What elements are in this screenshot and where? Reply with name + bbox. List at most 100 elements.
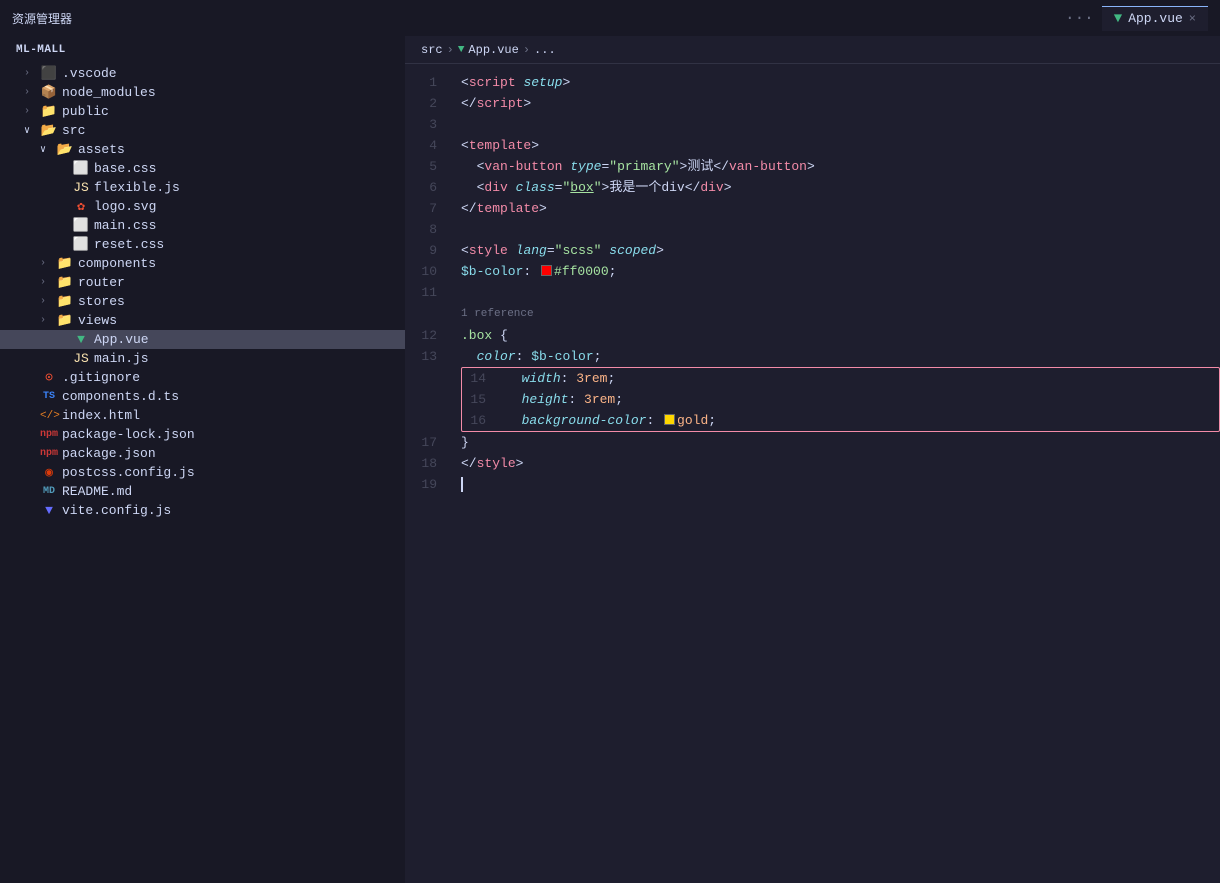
breadcrumb-dots: ... <box>534 43 556 57</box>
sidebar-item-readme[interactable]: MD README.md <box>0 482 405 501</box>
package-json-label: package.json <box>62 446 156 461</box>
sidebar-item-package-json[interactable]: npm package.json <box>0 444 405 463</box>
more-options-icon[interactable]: ··· <box>1065 9 1094 27</box>
js-icon: JS <box>72 180 90 195</box>
stores-folder-icon: 📁 <box>56 294 74 309</box>
sidebar-item-reset-css[interactable]: ⬜ reset.css <box>0 235 405 254</box>
sidebar-item-gitignore[interactable]: ⊙ .gitignore <box>0 368 405 387</box>
views-folder-icon: 📁 <box>56 313 74 328</box>
sidebar-item-assets[interactable]: ∨ 📂 assets <box>0 140 405 159</box>
postcss-icon: ◉ <box>40 465 58 480</box>
code-line-12: 12 .box { <box>405 325 1220 346</box>
sidebar-item-flexible-js[interactable]: JS flexible.js <box>0 178 405 197</box>
css-icon: ⬜ <box>72 161 90 176</box>
line-content-1: <script setup> <box>453 72 570 93</box>
svg-icon: ✿ <box>72 199 90 214</box>
breadcrumb-file: ▼ App.vue <box>458 43 519 57</box>
sidebar-header: ML-MALL <box>0 36 405 64</box>
main-layout: ML-MALL › ⬛ .vscode › 📦 node_modules › 📁… <box>0 36 1220 883</box>
editor-area: src › ▼ App.vue › ... 1 <script setup> 2… <box>405 36 1220 883</box>
top-bar: 资源管理器 ··· ▼ App.vue × <box>0 0 1220 36</box>
arrow-icon: › <box>24 87 40 98</box>
vscode-label: .vscode <box>62 66 117 81</box>
code-line-7: 7 </template> <box>405 198 1220 219</box>
sidebar-item-main-css[interactable]: ⬜ main.css <box>0 216 405 235</box>
line-number-19: 19 <box>405 474 453 495</box>
sidebar-item-index-html[interactable]: </> index.html <box>0 406 405 425</box>
sidebar-item-logo-svg[interactable]: ✿ logo.svg <box>0 197 405 216</box>
npm-icon: npm <box>40 429 58 440</box>
breadcrumb-sep2: › <box>523 43 530 57</box>
sidebar-item-vscode[interactable]: › ⬛ .vscode <box>0 64 405 83</box>
line-content-19 <box>453 474 463 495</box>
line-number-3: 3 <box>405 114 453 135</box>
folder-icon: 📁 <box>40 104 58 119</box>
sidebar-item-main-js[interactable]: JS main.js <box>0 349 405 368</box>
line-content-2: </script> <box>453 93 531 114</box>
reset-css-label: reset.css <box>94 237 164 252</box>
code-line-4: 4 <template> <box>405 135 1220 156</box>
readme-label: README.md <box>62 484 132 499</box>
sidebar-item-vite-config[interactable]: ▼ vite.config.js <box>0 501 405 520</box>
ts-icon: TS <box>40 391 58 402</box>
postcss-label: postcss.config.js <box>62 465 195 480</box>
sidebar-item-router[interactable]: › 📁 router <box>0 273 405 292</box>
line-number-5: 5 <box>405 156 453 177</box>
arrow-icon: › <box>40 296 56 307</box>
components-label: components <box>78 256 156 271</box>
js-icon2: JS <box>72 351 90 366</box>
line-content-10: $b-color: #ff0000; <box>453 261 616 282</box>
code-line-18: 18 </style> <box>405 453 1220 474</box>
code-editor[interactable]: 1 <script setup> 2 </script> 3 4 <templa… <box>405 64 1220 883</box>
reference-text: 1 reference <box>453 305 534 323</box>
node-modules-label: node_modules <box>62 85 156 100</box>
reference-annotation: 1 reference <box>405 303 1220 325</box>
code-line-16: 16 background-color: gold; <box>462 410 1219 431</box>
sidebar-item-node-modules[interactable]: › 📦 node_modules <box>0 83 405 102</box>
html-icon: </> <box>40 410 58 422</box>
router-folder-icon: 📁 <box>56 275 74 290</box>
assets-folder-icon: 📂 <box>56 142 74 157</box>
code-line-19: 19 <box>405 474 1220 495</box>
line-number-16: 16 <box>462 410 498 431</box>
line-content-15: height: 3rem; <box>498 389 623 410</box>
package-lock-label: package-lock.json <box>62 427 195 442</box>
sidebar-item-components[interactable]: › 📁 components <box>0 254 405 273</box>
line-number-4: 4 <box>405 135 453 156</box>
project-name: ML-MALL <box>16 44 66 56</box>
sidebar-item-src[interactable]: ∨ 📂 src <box>0 121 405 140</box>
line-content-6: <div class="box">我是一个div</div> <box>453 177 732 198</box>
logo-svg-label: logo.svg <box>94 199 156 214</box>
app-vue-label: App.vue <box>94 332 149 347</box>
line-content-16: background-color: gold; <box>498 410 716 431</box>
sidebar-item-app-vue[interactable]: ▼ App.vue <box>0 330 405 349</box>
gitignore-label: .gitignore <box>62 370 140 385</box>
code-line-1: 1 <script setup> <box>405 72 1220 93</box>
code-line-10: 10 $b-color: #ff0000; <box>405 261 1220 282</box>
sidebar-item-base-css[interactable]: ⬜ base.css <box>0 159 405 178</box>
tab-close-button[interactable]: × <box>1189 12 1196 26</box>
breadcrumb-vue-icon: ▼ <box>458 44 465 56</box>
base-css-label: base.css <box>94 161 156 176</box>
line-number-11: 11 <box>405 282 453 303</box>
line-content-11 <box>453 282 469 303</box>
npm-folder-icon: 📦 <box>40 85 58 100</box>
line-number-12: 12 <box>405 325 453 346</box>
line-content-17: } <box>453 432 469 453</box>
app-vue-tab[interactable]: ▼ App.vue × <box>1102 6 1208 31</box>
arrow-icon: › <box>40 315 56 326</box>
vue-icon: ▼ <box>72 332 90 347</box>
highlighted-block: 14 width: 3rem; 15 height: 3rem; 16 back… <box>461 367 1220 432</box>
breadcrumb: src › ▼ App.vue › ... <box>405 36 1220 64</box>
sidebar-item-package-lock-json[interactable]: npm package-lock.json <box>0 425 405 444</box>
arrow-icon: › <box>40 277 56 288</box>
line-number-14: 14 <box>462 368 498 389</box>
sidebar-item-public[interactable]: › 📁 public <box>0 102 405 121</box>
sidebar-item-views[interactable]: › 📁 views <box>0 311 405 330</box>
sidebar-item-postcss[interactable]: ◉ postcss.config.js <box>0 463 405 482</box>
sidebar-item-components-dts[interactable]: TS components.d.ts <box>0 387 405 406</box>
sidebar-item-stores[interactable]: › 📁 stores <box>0 292 405 311</box>
line-number-18: 18 <box>405 453 453 474</box>
sidebar: ML-MALL › ⬛ .vscode › 📦 node_modules › 📁… <box>0 36 405 883</box>
tab-label: App.vue <box>1128 11 1183 26</box>
